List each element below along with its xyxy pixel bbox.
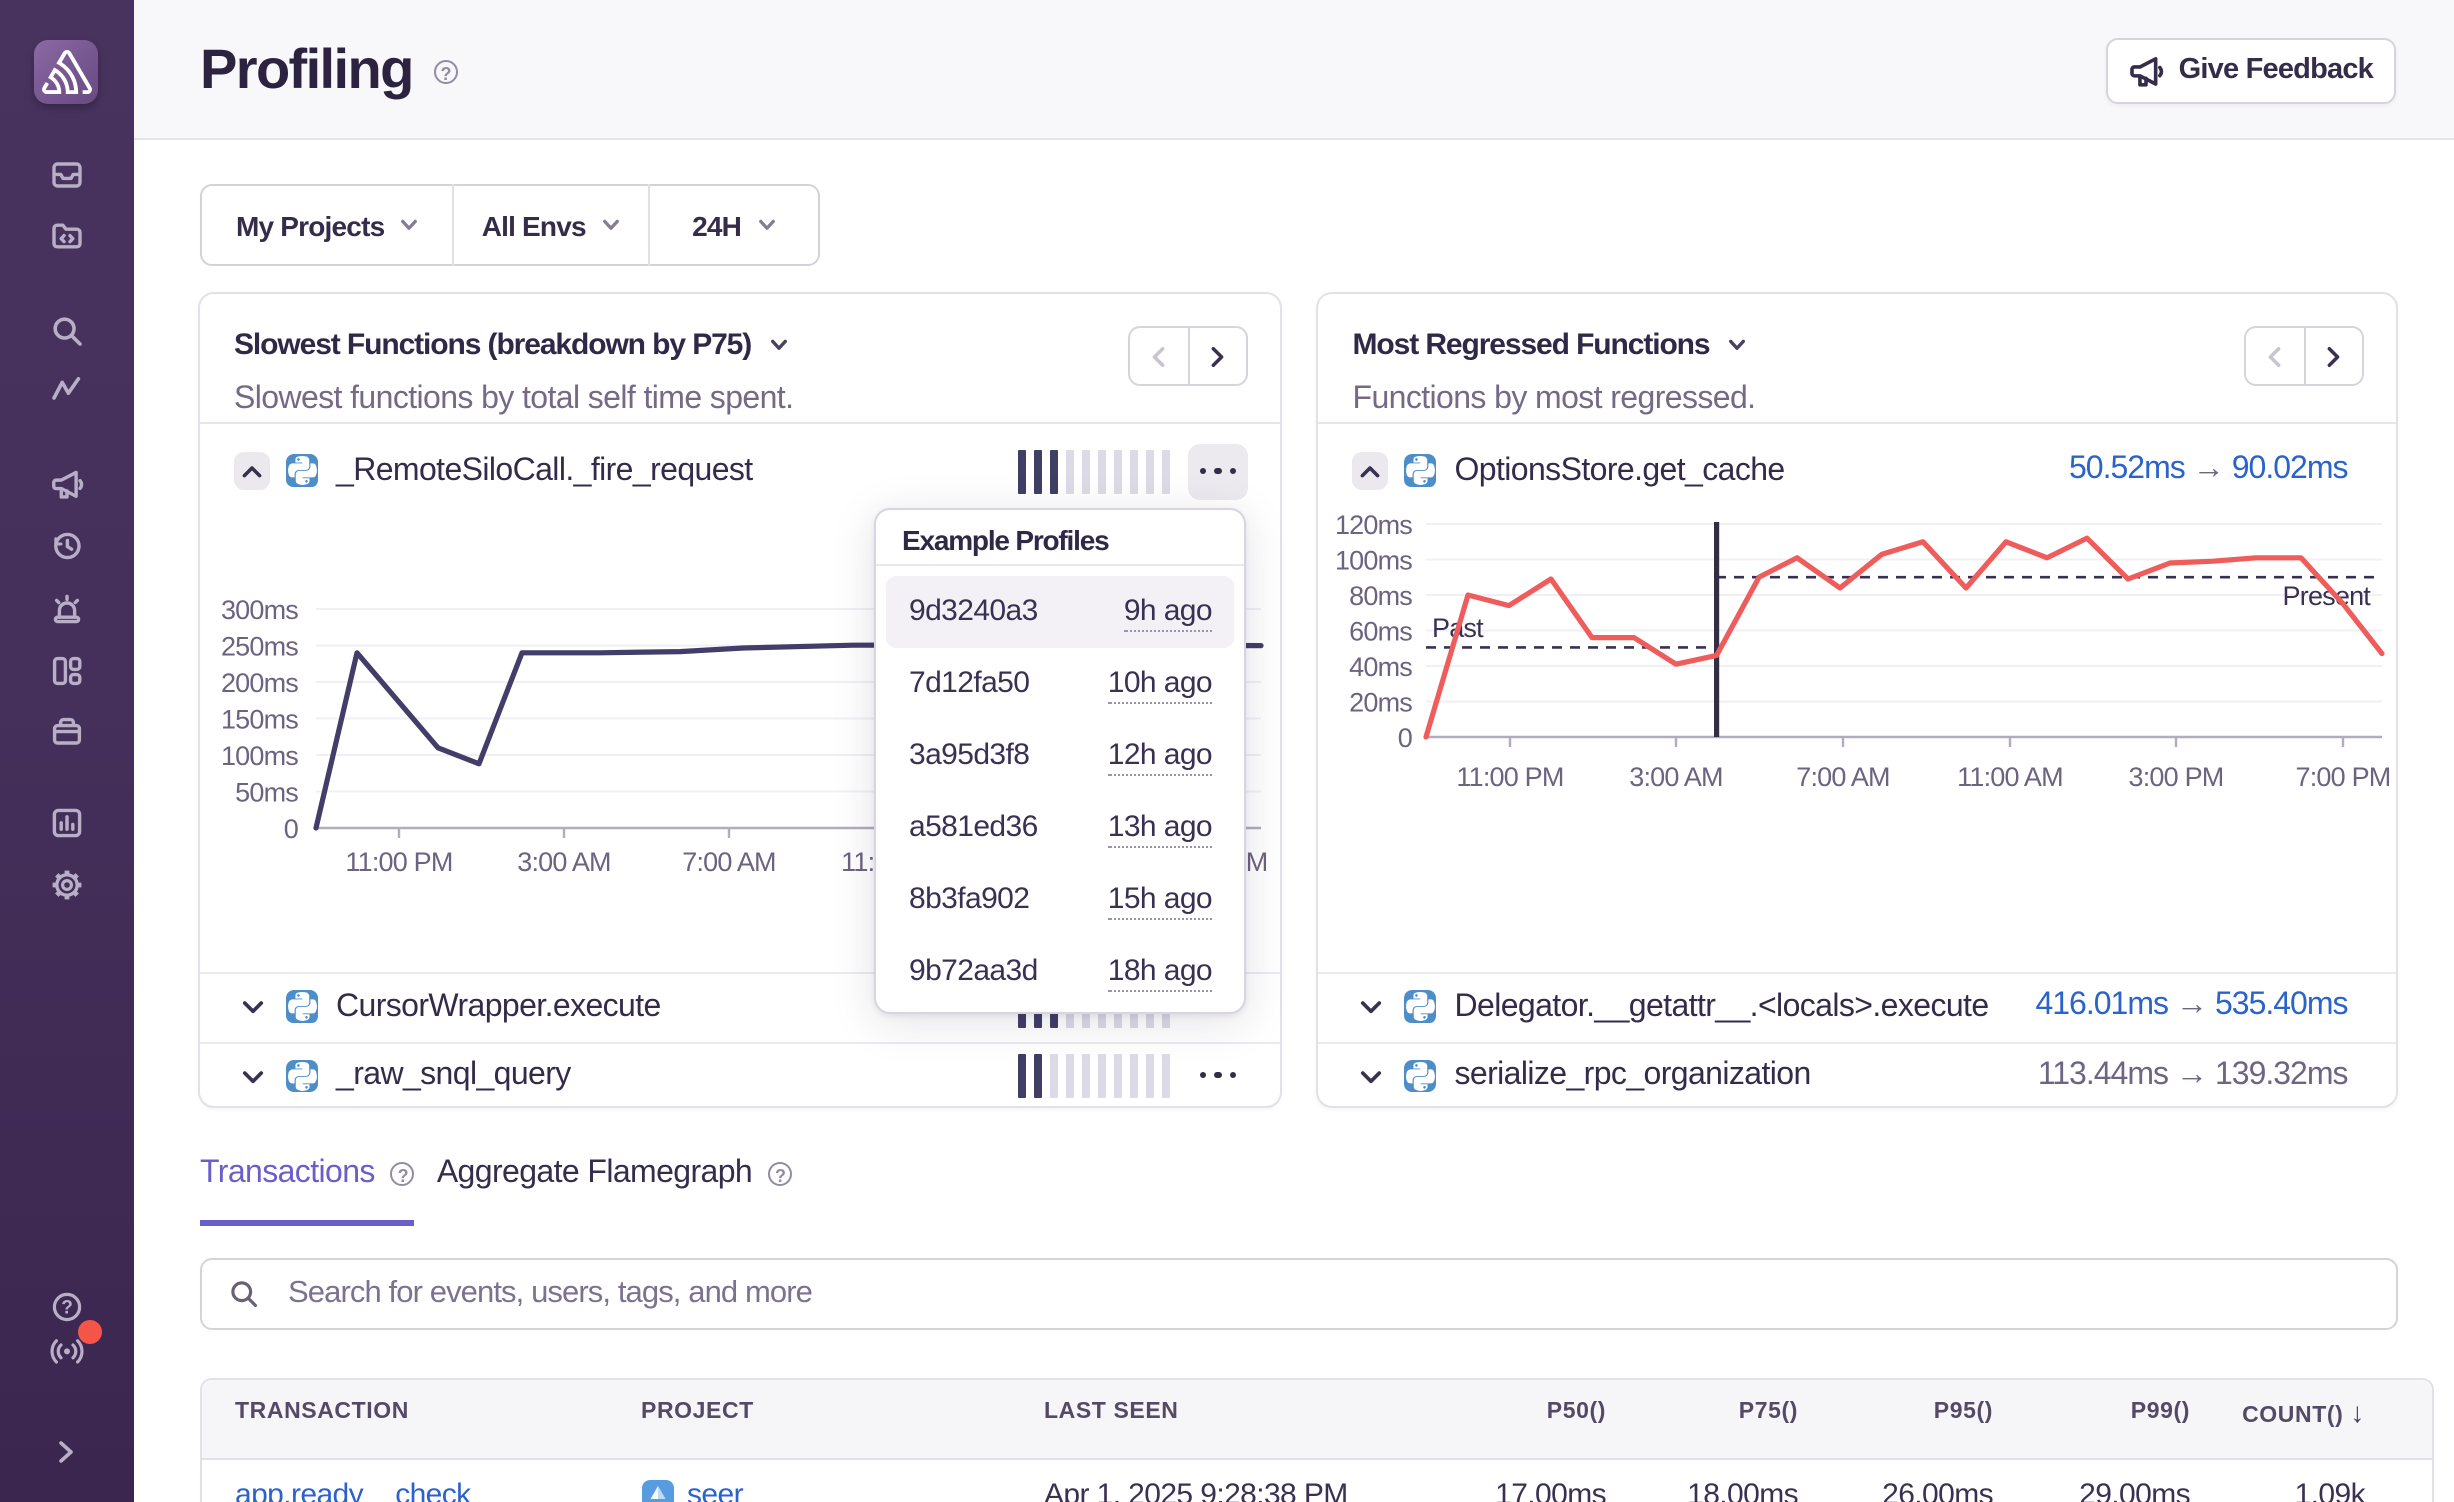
svg-text:50ms: 50ms: [234, 778, 297, 808]
svg-text:120ms: 120ms: [1334, 514, 1411, 540]
svg-text:7:00 PM: 7:00 PM: [2295, 762, 2390, 792]
svg-text:250ms: 250ms: [220, 632, 297, 662]
svg-text:0: 0: [283, 814, 297, 844]
svg-text:60ms: 60ms: [1349, 617, 1412, 647]
svg-text:0: 0: [1397, 723, 1411, 753]
svg-text:100ms: 100ms: [220, 741, 297, 771]
svg-text:80ms: 80ms: [1349, 581, 1412, 611]
svg-text:3:00 AM: 3:00 AM: [516, 847, 609, 877]
svg-text:3:00 PM: 3:00 PM: [2128, 762, 2223, 792]
svg-text:11:00 PM: 11:00 PM: [344, 847, 451, 877]
svg-text:7:00 AM: 7:00 AM: [1796, 762, 1889, 792]
svg-text:11:00 AM: 11:00 AM: [1957, 762, 2063, 792]
svg-text:7:00 AM: 7:00 AM: [681, 847, 774, 877]
svg-text:200ms: 200ms: [220, 668, 297, 698]
svg-text:3:00 AM: 3:00 AM: [1629, 762, 1722, 792]
svg-text:11:00 PM: 11:00 PM: [1456, 762, 1563, 792]
svg-text:100ms: 100ms: [1334, 546, 1411, 576]
svg-text:?: ?: [60, 1298, 72, 1319]
svg-text:20ms: 20ms: [1349, 688, 1412, 718]
svg-text:300ms: 300ms: [220, 595, 297, 625]
svg-text:150ms: 150ms: [220, 705, 297, 735]
svg-text:40ms: 40ms: [1349, 652, 1412, 682]
